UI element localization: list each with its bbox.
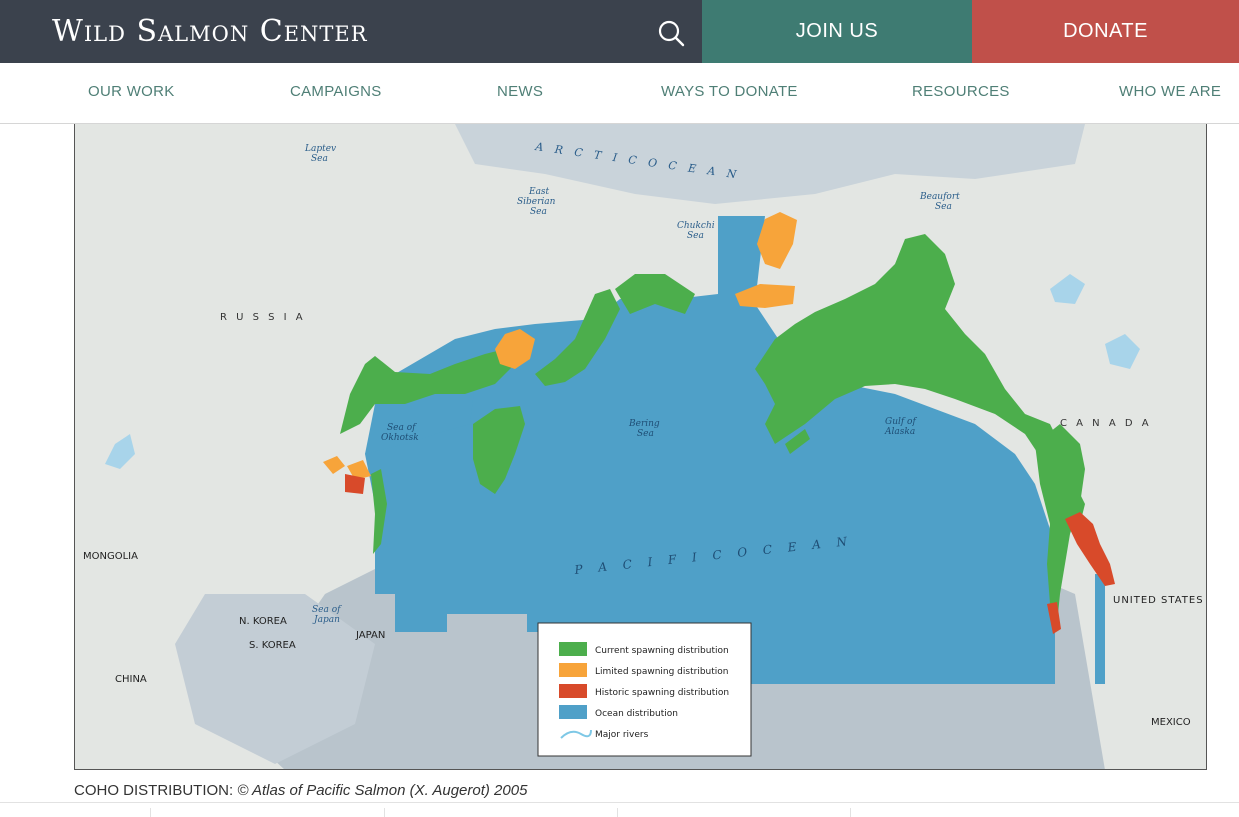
nav-ways-to-donate[interactable]: WAYS TO DONATE: [661, 83, 798, 100]
label-bering-2: Sea: [637, 429, 654, 439]
legend-label-rivers: Major rivers: [595, 730, 649, 740]
coho-distribution-map: A R C T I C O C E A N Laptev Sea East Si…: [74, 124, 1207, 770]
join-us-button[interactable]: JOIN US: [702, 0, 972, 63]
label-mongolia: MONGOLIA: [83, 551, 138, 562]
label-russia: R U S S I A: [220, 312, 306, 323]
label-n-korea: N. KOREA: [239, 616, 287, 627]
footer-tick: [617, 808, 618, 817]
nav-our-work[interactable]: OUR WORK: [88, 83, 175, 100]
label-japan: JAPAN: [355, 630, 385, 641]
label-gulf-alaska-2: Alaska: [884, 427, 915, 437]
label-beaufort-1: Beaufort: [919, 192, 960, 202]
label-sea-of-japan-1: Sea of: [312, 605, 342, 615]
main-nav: OUR WORK CAMPAIGNS NEWS WAYS TO DONATE R…: [0, 63, 1239, 124]
top-bar: Wild Salmon Center JOIN US DONATE: [0, 0, 1239, 63]
label-beaufort-2: Sea: [935, 202, 952, 212]
nav-resources[interactable]: RESOURCES: [912, 83, 1010, 100]
label-united-states: UNITED STATES: [1113, 595, 1204, 606]
label-china: CHINA: [115, 674, 147, 685]
label-okhotsk-1: Sea of: [387, 423, 417, 433]
map-caption: COHO DISTRIBUTION: © Atlas of Pacific Sa…: [74, 782, 527, 799]
label-sea-of-japan-2: Japan: [312, 615, 340, 625]
legend-swatch-ocean: [559, 705, 587, 719]
map-image: A R C T I C O C E A N Laptev Sea East Si…: [75, 124, 1206, 769]
legend-label-limited: Limited spawning distribution: [595, 667, 728, 677]
legend-label-historic: Historic spawning distribution: [595, 688, 729, 698]
search-button[interactable]: [652, 16, 690, 50]
site-logo[interactable]: Wild Salmon Center: [52, 14, 368, 50]
legend-label-current: Current spawning distribution: [595, 646, 729, 656]
map-legend: Current spawning distribution Limited sp…: [537, 622, 752, 757]
donate-button[interactable]: DONATE: [972, 0, 1239, 63]
footer-tick: [150, 808, 151, 817]
label-chukchi-1: Chukchi: [677, 221, 715, 231]
footer-tick: [384, 808, 385, 817]
nav-who-we-are[interactable]: WHO WE ARE: [1119, 83, 1221, 100]
label-canada: C A N A D A: [1060, 418, 1152, 429]
label-east-siberian-3: Sea: [530, 207, 547, 217]
nav-campaigns[interactable]: CAMPAIGNS: [290, 83, 382, 100]
caption-source: © Atlas of Pacific Salmon (X. Augerot) 2…: [237, 782, 528, 799]
label-east-siberian-2: Siberian: [517, 197, 556, 207]
legend-swatch-limited: [559, 663, 587, 677]
legend-swatch-current: [559, 642, 587, 656]
label-laptev-1: Laptev: [304, 144, 336, 154]
search-icon: [658, 20, 685, 47]
label-mexico: MEXICO: [1151, 717, 1191, 728]
label-laptev-2: Sea: [311, 154, 328, 164]
label-bering-1: Bering: [628, 419, 660, 429]
label-s-korea: S. KOREA: [249, 640, 296, 651]
label-chukchi-2: Sea: [687, 231, 704, 241]
label-east-siberian-1: East: [528, 187, 550, 197]
footer-tick: [850, 808, 851, 817]
legend-swatch-historic: [559, 684, 587, 698]
footer-divider: [0, 802, 1239, 803]
caption-prefix: COHO DISTRIBUTION:: [74, 782, 238, 799]
nav-news[interactable]: NEWS: [497, 83, 543, 100]
label-okhotsk-2: Okhotsk: [381, 433, 419, 443]
legend-label-ocean: Ocean distribution: [595, 709, 678, 719]
label-gulf-alaska-1: Gulf of: [885, 417, 917, 427]
